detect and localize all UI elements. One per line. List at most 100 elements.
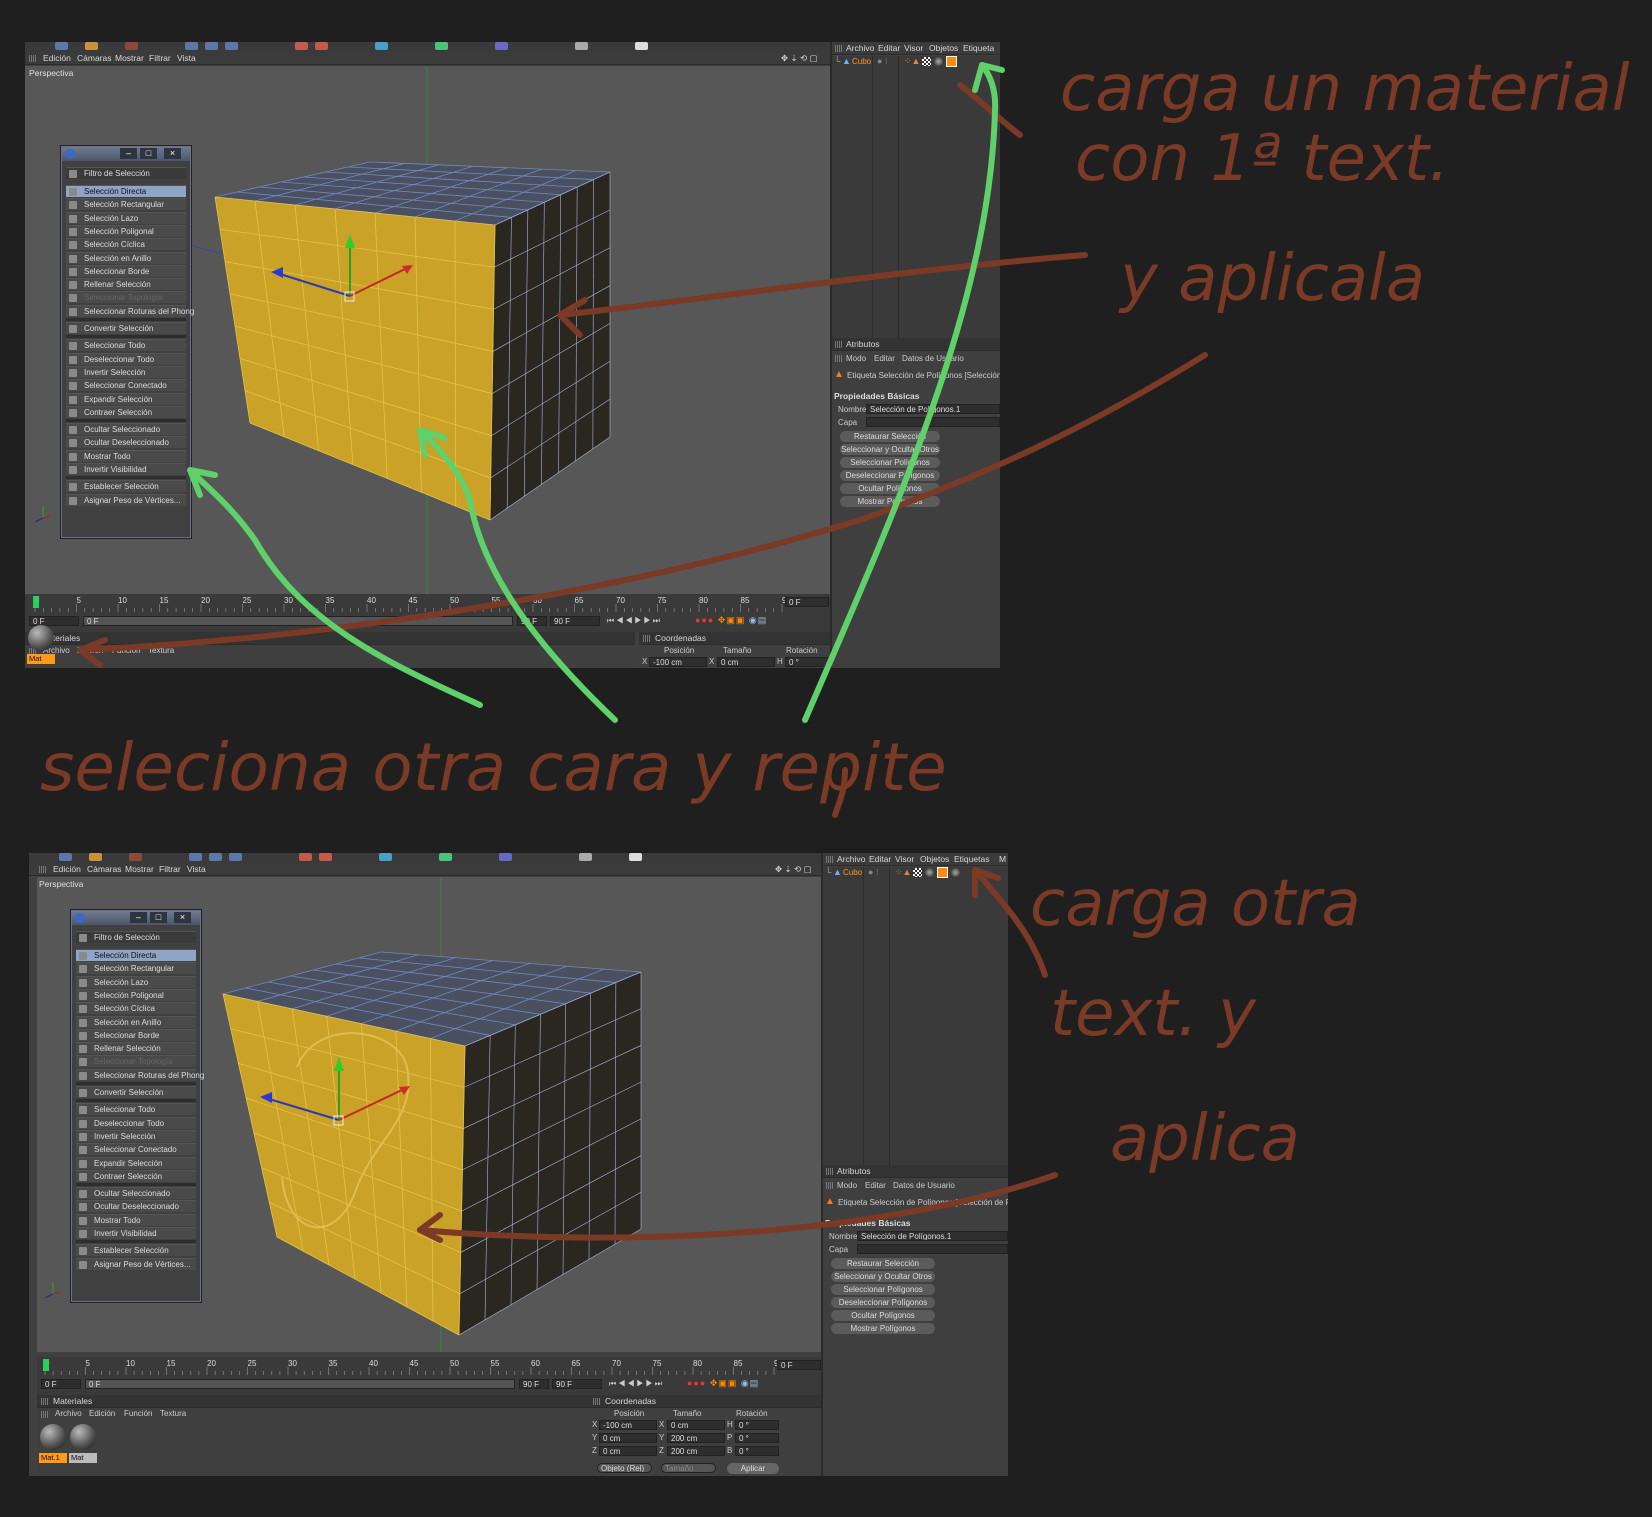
minimize-button[interactable]: – bbox=[130, 912, 147, 923]
current-frame-field[interactable]: 0 F bbox=[785, 597, 829, 607]
material-tag-icon[interactable] bbox=[925, 868, 934, 877]
selection-menu-titlebar[interactable]: – □ × bbox=[62, 147, 190, 161]
apply-button[interactable]: Aplicar bbox=[727, 1463, 779, 1474]
tool-icon[interactable] bbox=[189, 853, 202, 861]
maximize-button[interactable]: □ bbox=[150, 912, 167, 923]
menu-edicion[interactable]: Edición bbox=[43, 53, 71, 63]
coord-size-field[interactable]: 0 cm bbox=[667, 1420, 725, 1430]
coord-rotation-field[interactable]: 0 ° bbox=[735, 1433, 779, 1443]
selection-menu-item[interactable]: Seleccionar Topología bbox=[66, 291, 186, 304]
material-tag-2-icon[interactable] bbox=[951, 868, 960, 877]
selection-menu-item[interactable]: Contraer Selección bbox=[66, 405, 186, 418]
tool-icon[interactable] bbox=[205, 42, 218, 50]
selection-menu-item[interactable]: Selección Rectangular bbox=[76, 962, 196, 975]
coord-rotation-field[interactable]: 0 ° bbox=[785, 657, 829, 667]
selection-menu-item[interactable]: Establecer Selección bbox=[76, 1244, 196, 1257]
hide-polygons-button[interactable]: Ocultar Polígonos bbox=[840, 483, 940, 494]
mat-menu-funcion[interactable]: Función bbox=[112, 646, 140, 655]
attr-menu-editar[interactable]: Editar bbox=[865, 1181, 886, 1190]
tool-icon[interactable] bbox=[439, 853, 452, 861]
end-frame-field[interactable]: 90 F bbox=[517, 616, 547, 626]
menu-vista[interactable]: Vista bbox=[177, 53, 196, 63]
menu-editar[interactable]: Editar bbox=[869, 854, 891, 864]
coord-size-field[interactable]: 200 cm bbox=[667, 1446, 725, 1456]
restore-selection-button[interactable]: Restaurar Selección bbox=[831, 1258, 935, 1269]
menu-more[interactable]: M bbox=[999, 854, 1006, 864]
selection-menu-item[interactable]: Deseleccionar Todo bbox=[66, 352, 186, 365]
viewport-nav-icons[interactable]: ✥ ⇣ ⟲ ▢ bbox=[781, 53, 817, 64]
mat-menu-edicion[interactable]: Edición bbox=[89, 1409, 115, 1418]
record-key-icons[interactable]: ●●● ✥▣▣ ◉▤ bbox=[695, 615, 767, 626]
menu-archivo[interactable]: Archivo bbox=[837, 854, 865, 864]
timeline-ruler[interactable]: 051015202530354045505560657075808590 bbox=[25, 594, 830, 614]
selection-menu-item[interactable]: Selección Rectangular bbox=[66, 198, 186, 211]
playback-controls[interactable]: ⏮◀◀▶▶⏭ bbox=[609, 1379, 664, 1389]
selection-menu-item[interactable]: Convertir Selección bbox=[76, 1086, 196, 1098]
close-button[interactable]: × bbox=[164, 148, 181, 159]
material-swatch-mat1[interactable]: Mat.1 bbox=[39, 1423, 67, 1463]
coord-mode-select[interactable]: Objeto (Rel) bbox=[597, 1463, 652, 1473]
selection-menu-item[interactable]: Asignar Peso de Vértices... bbox=[66, 493, 186, 506]
viewport-nav-icons[interactable]: ✥ ⇣ ⟲ ▢ bbox=[775, 864, 811, 875]
attr-name-field[interactable]: Selección de Polígonos.1 bbox=[866, 404, 1000, 414]
attr-layer-field[interactable] bbox=[866, 417, 1000, 427]
selection-menu-item[interactable]: Establecer Selección bbox=[66, 480, 186, 493]
tool-icon[interactable] bbox=[55, 42, 68, 50]
select-hide-others-button[interactable]: Seleccionar y Ocultar Otros bbox=[831, 1271, 935, 1282]
selection-filter-header[interactable]: Filtro de Selección bbox=[66, 167, 186, 179]
coord-rotation-field[interactable]: 0 ° bbox=[735, 1420, 779, 1430]
selection-menu-item[interactable]: Convertir Selección bbox=[66, 322, 186, 334]
deselect-polygons-button[interactable]: Deseleccionar Polígonos bbox=[840, 470, 940, 481]
selection-menu-item[interactable]: Selección Lazo bbox=[66, 211, 186, 224]
menu-mostrar[interactable]: Mostrar bbox=[115, 53, 144, 63]
object-row-cubo[interactable]: └ ▲ Cubo ● ⁝ ⁘▲ bbox=[832, 56, 1000, 68]
selection-menu-item[interactable]: Seleccionar Conectado bbox=[76, 1143, 196, 1156]
menu-filtrar[interactable]: Filtrar bbox=[159, 864, 181, 874]
object-name[interactable]: Cubo bbox=[852, 57, 871, 66]
attr-name-field[interactable]: Selección de Polígonos.1 bbox=[857, 1231, 1008, 1241]
tool-icon[interactable] bbox=[209, 853, 222, 861]
mat-menu-funcion[interactable]: Función bbox=[124, 1409, 152, 1418]
coord-position-field[interactable]: 0 cm bbox=[599, 1433, 657, 1443]
mat-menu-textura[interactable]: Textura bbox=[160, 1409, 186, 1418]
selection-menu-item[interactable]: Invertir Visibilidad bbox=[76, 1227, 196, 1239]
select-polygons-button[interactable]: Seleccionar Polígonos bbox=[840, 457, 940, 468]
tool-icon[interactable] bbox=[229, 853, 242, 861]
range-slider[interactable]: 0 F bbox=[83, 616, 513, 626]
menu-vista[interactable]: Vista bbox=[187, 864, 206, 874]
tool-icon[interactable] bbox=[125, 42, 138, 50]
tool-icon[interactable] bbox=[375, 42, 388, 50]
max-frame-field[interactable]: 90 F bbox=[550, 616, 600, 626]
selection-menu-item[interactable]: Invertir Visibilidad bbox=[66, 463, 186, 475]
selection-menu-item[interactable]: Selección en Anillo bbox=[76, 1015, 196, 1028]
select-hide-others-button[interactable]: Seleccionar y Ocultar Otros bbox=[840, 444, 940, 455]
tool-icon[interactable] bbox=[629, 853, 642, 861]
selection-menu-item[interactable]: Asignar Peso de Vértices... bbox=[76, 1257, 196, 1270]
timeline-ruler[interactable]: 051015202530354045505560657075808590 bbox=[37, 1357, 821, 1377]
selection-menu-item[interactable]: Seleccionar Todo bbox=[76, 1103, 196, 1116]
attr-menu-editar[interactable]: Editar bbox=[874, 354, 895, 363]
tool-icon[interactable] bbox=[319, 853, 332, 861]
attr-layer-field[interactable] bbox=[857, 1244, 1008, 1254]
mat-menu-edicion[interactable]: Edición bbox=[77, 646, 103, 655]
attr-menu-datos[interactable]: Datos de Usuario bbox=[902, 354, 964, 363]
selection-menu-item[interactable]: Deseleccionar Todo bbox=[76, 1116, 196, 1129]
deselect-polygons-button[interactable]: Deseleccionar Polígonos bbox=[831, 1297, 935, 1308]
selection-menu-item[interactable]: Seleccionar Roturas del Phong bbox=[66, 304, 194, 317]
tool-icon[interactable] bbox=[579, 853, 592, 861]
menu-editar[interactable]: Editar bbox=[878, 43, 900, 53]
coord-size-field[interactable]: 200 cm bbox=[667, 1433, 725, 1443]
tool-icon[interactable] bbox=[299, 853, 312, 861]
selection-menu-item[interactable]: Expandir Selección bbox=[66, 392, 186, 405]
end-frame-field[interactable]: 90 F bbox=[519, 1379, 549, 1389]
material-tag-icon[interactable] bbox=[934, 57, 943, 66]
menu-mostrar[interactable]: Mostrar bbox=[125, 864, 154, 874]
tool-icon[interactable] bbox=[495, 42, 508, 50]
attr-menu-modo[interactable]: Modo bbox=[846, 354, 866, 363]
selection-menu-item[interactable]: Selección en Anillo bbox=[66, 251, 186, 264]
coord-size-field[interactable]: 0 cm bbox=[717, 657, 775, 667]
max-frame-field[interactable]: 90 F bbox=[552, 1379, 602, 1389]
tool-icon[interactable] bbox=[499, 853, 512, 861]
playback-controls[interactable]: ⏮◀◀▶▶⏭ bbox=[607, 616, 662, 626]
selection-tag-icon[interactable] bbox=[937, 867, 948, 878]
